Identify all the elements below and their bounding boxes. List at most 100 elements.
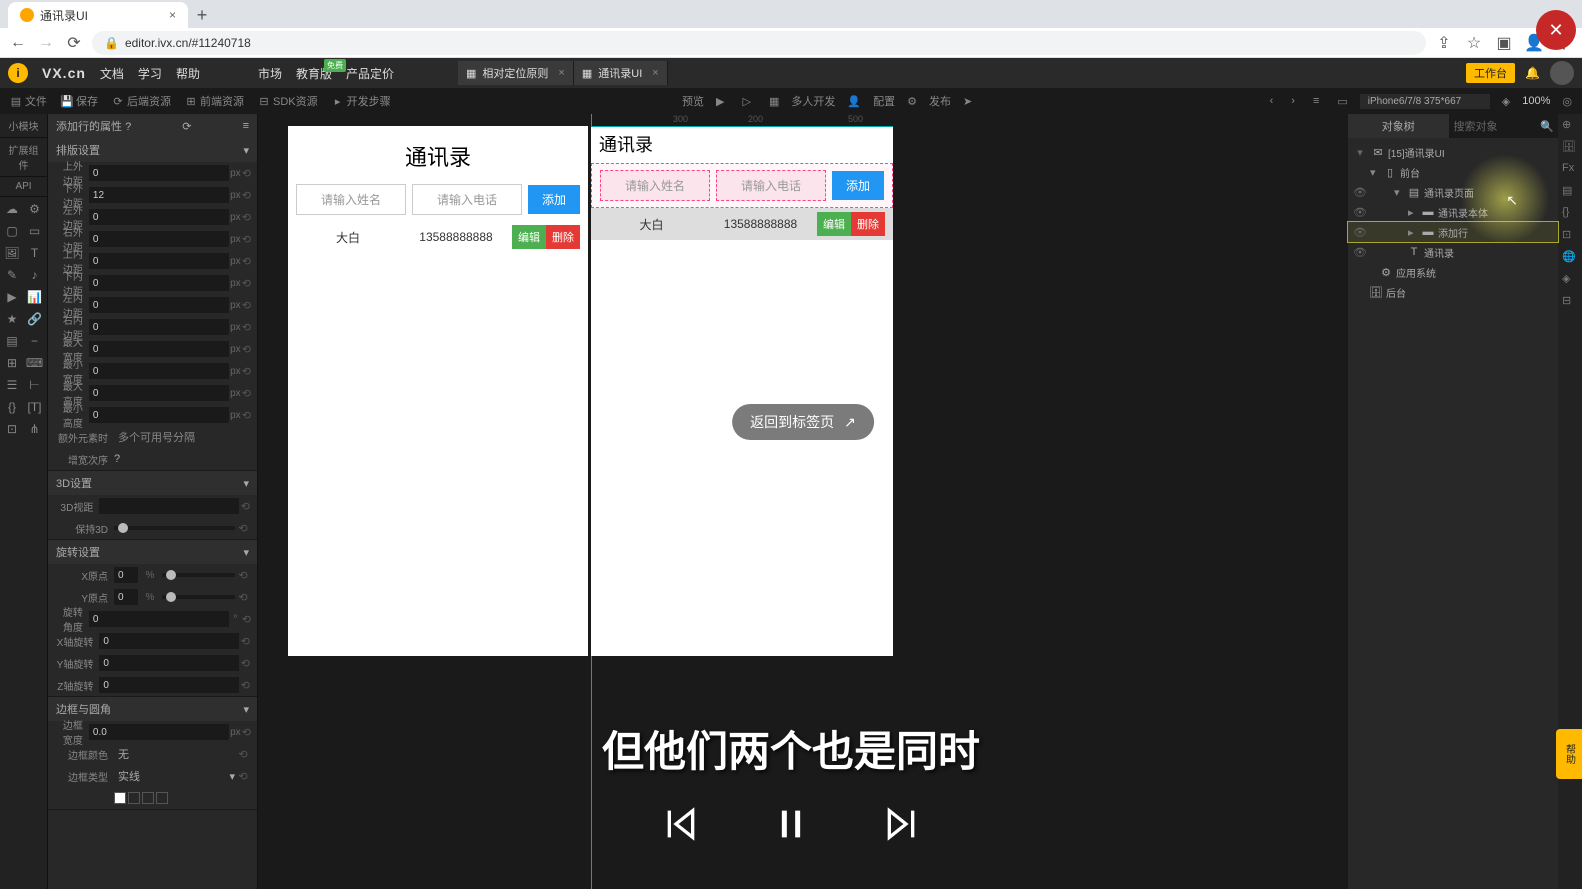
keep3d-toggle[interactable]	[114, 526, 235, 530]
edit-button[interactable]: 编辑	[512, 225, 546, 249]
close-icon[interactable]: ×	[558, 67, 564, 79]
back-icon[interactable]: ←	[8, 33, 28, 53]
padding-bottom-input[interactable]	[89, 275, 229, 291]
phone-input[interactable]: 请输入电话	[412, 184, 522, 215]
star-icon[interactable]: ☆	[1464, 33, 1484, 53]
browser-tab[interactable]: 通讯录UI ×	[8, 2, 188, 28]
delete-button[interactable]: 删除	[546, 225, 580, 249]
rotate-y-slider[interactable]	[162, 595, 235, 599]
preview-frame-2[interactable]: 通讯录 请输入姓名 请输入电话 添加 大白 13588888888 编辑 删除	[591, 126, 893, 656]
pause-button[interactable]	[766, 799, 816, 849]
person-icon[interactable]: 👤	[841, 95, 867, 108]
add-button[interactable]: 添加	[528, 185, 580, 214]
align-icon[interactable]: ≡	[1307, 95, 1325, 107]
device-select[interactable]: iPhone6/7/8 375*667	[1360, 94, 1490, 109]
qr-icon[interactable]: ▦	[763, 95, 785, 108]
max-height-input[interactable]	[89, 385, 229, 401]
target-icon[interactable]: ◎	[1556, 95, 1578, 108]
rotate-y-input[interactable]	[114, 589, 138, 605]
name-input[interactable]: 请输入姓名	[296, 184, 406, 215]
star-icon[interactable]: ★	[2, 309, 22, 329]
section-3d[interactable]: 3D设置▾	[48, 471, 257, 495]
border-color-value[interactable]: 无	[114, 746, 235, 762]
return-to-tab-button[interactable]: 返回到标签页 ↗	[732, 404, 874, 440]
menu-learn[interactable]: 学习	[138, 65, 162, 82]
config-label[interactable]: 配置	[873, 93, 895, 109]
file-menu[interactable]: ▤文件	[4, 93, 53, 109]
edit-button[interactable]: 编辑	[817, 212, 851, 236]
tree-icon[interactable]: ⊢	[25, 375, 45, 395]
avatar[interactable]	[1550, 61, 1574, 85]
url-bar[interactable]: 🔒 editor.ivx.cn/#11240718	[92, 31, 1426, 55]
color-swatch[interactable]	[128, 792, 140, 804]
tree-node-selected[interactable]: 👁 ▸ ▬ 添加行	[1348, 222, 1558, 242]
help-side-tag[interactable]: 帮助	[1556, 729, 1582, 779]
css-icon[interactable]: ⊡	[1562, 228, 1578, 244]
next-track-button[interactable]	[876, 799, 926, 849]
input-icon[interactable]: ⌨	[25, 353, 45, 373]
rotate-x-input[interactable]	[114, 567, 138, 583]
steps-button[interactable]: ▸开发步骤	[326, 93, 397, 109]
next-icon[interactable]: ›	[1285, 95, 1301, 107]
color-swatch[interactable]	[142, 792, 154, 804]
share-icon[interactable]: ⋔	[25, 419, 45, 439]
tab-close-icon[interactable]: ×	[169, 8, 176, 22]
misc-icon[interactable]: ⊟	[1562, 294, 1578, 310]
multidev-label[interactable]: 多人开发	[791, 93, 835, 109]
tree-node[interactable]: 🗄 后台	[1348, 282, 1558, 302]
zoom-value[interactable]: 100%	[1522, 95, 1550, 107]
rot-x-input[interactable]	[99, 633, 239, 649]
layers-icon[interactable]: ▤	[2, 331, 22, 351]
share-icon[interactable]: ⇪	[1434, 33, 1454, 53]
max-width-input[interactable]	[89, 341, 229, 357]
color-swatch[interactable]	[156, 792, 168, 804]
image-icon[interactable]: 🖼	[2, 243, 22, 263]
margin-right-input[interactable]	[89, 231, 229, 247]
name-input[interactable]: 请输入姓名	[600, 170, 710, 201]
cat-api[interactable]: API	[0, 177, 47, 197]
rot-y-input[interactable]	[99, 655, 239, 671]
editor-tab[interactable]: ▦ 相对定位原则 ×	[458, 61, 574, 85]
margin-left-input[interactable]	[89, 209, 229, 225]
new-tab-button[interactable]: +	[188, 2, 216, 28]
send-icon[interactable]: ➤	[957, 95, 978, 108]
save-button[interactable]: 💾保存	[55, 93, 104, 109]
tree-root[interactable]: ▾ ✉ [15]通讯录UI	[1348, 142, 1558, 162]
cat-small[interactable]: 小模块	[0, 114, 47, 138]
fx-icon[interactable]: Fx	[1562, 162, 1578, 178]
menu-icon[interactable]: ≡	[243, 120, 249, 132]
tree-node[interactable]: 👁 ▸ ▬ 通讯录本体	[1348, 202, 1558, 222]
tag-icon[interactable]: ◈	[1496, 95, 1516, 108]
margin-bottom-input[interactable]	[89, 187, 229, 203]
publish-label[interactable]: 发布	[929, 93, 951, 109]
add-button[interactable]: 添加	[832, 171, 884, 200]
grid-icon[interactable]: ⊞	[2, 353, 22, 373]
backend-button[interactable]: ⟳后端资源	[106, 93, 177, 109]
device-icon[interactable]: ▭	[1331, 95, 1353, 108]
code-icon[interactable]: {}	[1562, 206, 1578, 222]
play-alt-icon[interactable]: ▷	[737, 95, 757, 108]
video-icon[interactable]: ▶	[2, 287, 22, 307]
tree-node[interactable]: 👁 T 通讯录	[1348, 242, 1558, 262]
menu-docs[interactable]: 文档	[100, 65, 124, 82]
rot-z-input[interactable]	[99, 677, 239, 693]
menu-edu[interactable]: 教育版 免费	[296, 65, 332, 82]
list-icon[interactable]: ☰	[2, 375, 22, 395]
cat-ext[interactable]: 扩展组件	[0, 138, 47, 177]
gear-icon[interactable]: ⚙	[25, 199, 45, 219]
play-icon[interactable]: ▶	[710, 95, 730, 108]
padding-top-input[interactable]	[89, 253, 229, 269]
menu-help[interactable]: 帮助	[176, 65, 200, 82]
rot-angle-input[interactable]	[89, 611, 229, 627]
bell-icon[interactable]: 🔔	[1525, 66, 1540, 80]
pen-icon[interactable]: ✎	[2, 265, 22, 285]
rotate-x-slider[interactable]	[162, 573, 235, 577]
overlay-close-button[interactable]: ✕	[1536, 10, 1576, 50]
extensions-icon[interactable]: ▣	[1494, 33, 1514, 53]
reload-icon[interactable]: ⟳	[64, 33, 84, 53]
close-icon[interactable]: ×	[652, 67, 658, 79]
brackets-icon[interactable]: [T]	[25, 397, 45, 417]
box-icon[interactable]: ▢	[2, 221, 22, 241]
settings-icon[interactable]: ⚙	[901, 95, 923, 108]
langs-icon[interactable]: 🌐	[1562, 250, 1578, 266]
